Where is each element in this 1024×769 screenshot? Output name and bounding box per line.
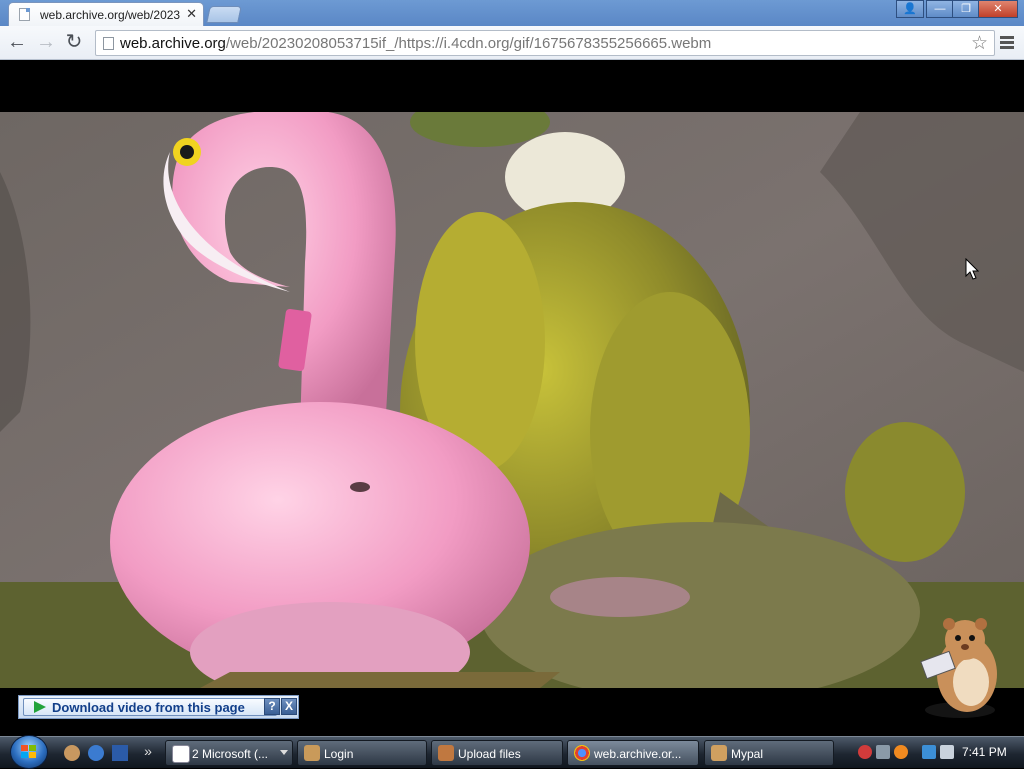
- user-icon: 👤: [903, 3, 917, 15]
- browser-toolbar: ← → ↻ web.archive.org/web/20230208053715…: [0, 26, 1024, 60]
- close-window-button[interactable]: ✕: [978, 0, 1018, 18]
- chrome-menu-icon[interactable]: [1000, 36, 1014, 50]
- network-icon[interactable]: [922, 745, 936, 759]
- search-icon[interactable]: [894, 745, 908, 759]
- download-video-label: Download video from this page: [52, 700, 245, 715]
- windows-logo-icon: [21, 745, 37, 759]
- taskbar-button-label: Login: [324, 747, 354, 761]
- hamster-mascot-icon: [920, 618, 997, 718]
- address-bar[interactable]: web.archive.org/web/20230208053715if_/ht…: [95, 30, 995, 56]
- help-icon: ?: [268, 699, 276, 713]
- close-icon: ✕: [993, 3, 1003, 15]
- help-button[interactable]: ?: [264, 698, 280, 715]
- reload-icon: ↻: [65, 31, 83, 53]
- taskbar-button-mypal[interactable]: Mypal: [704, 740, 834, 766]
- tray-app-icon[interactable]: [876, 745, 890, 759]
- back-button[interactable]: ←: [6, 32, 28, 54]
- dropdown-arrow-icon: [280, 750, 288, 755]
- hamster-quicklaunch-icon[interactable]: [64, 745, 80, 761]
- taskbar-button-label: web.archive.or...: [594, 747, 682, 761]
- minimize-button[interactable]: —: [926, 0, 954, 18]
- taskbar-button-label: Mypal: [731, 747, 764, 761]
- windows-taskbar: » 2 Microsoft (... Login Upload files we…: [0, 735, 1024, 769]
- show-desktop-icon[interactable]: [112, 745, 128, 761]
- video-player[interactable]: [0, 112, 1024, 688]
- taskbar-button-login[interactable]: Login: [297, 740, 427, 766]
- browser-tab[interactable]: web.archive.org/web/2023 ✕: [8, 2, 204, 26]
- taskbar-button-web-archive[interactable]: web.archive.or...: [567, 740, 699, 766]
- hamster-icon: [438, 745, 454, 761]
- download-video-button[interactable]: Download video from this page: [23, 698, 277, 716]
- maximize-icon: ❐: [961, 3, 971, 15]
- forward-arrow-icon: →: [36, 31, 56, 53]
- download-video-bar: Download video from this page ? X: [18, 695, 299, 719]
- taskbar-button-microsoft[interactable]: 2 Microsoft (...: [165, 740, 293, 766]
- url-host: web.archive.org: [120, 35, 226, 52]
- taskbar-button-label: 2 Microsoft (...: [192, 747, 269, 761]
- close-download-bar-button[interactable]: X: [281, 698, 297, 715]
- maximize-button[interactable]: ❐: [952, 0, 980, 18]
- bookmark-star-icon[interactable]: ☆: [971, 32, 988, 55]
- security-alert-icon[interactable]: [858, 745, 872, 759]
- hamster-icon: [304, 745, 320, 761]
- user-profile-button[interactable]: 👤: [896, 0, 924, 18]
- url-text[interactable]: web.archive.org/web/20230208053715if_/ht…: [120, 35, 711, 52]
- mouse-cursor-icon: [965, 258, 979, 280]
- browser-title-bar: web.archive.org/web/2023 ✕ 👤 — ❐ ✕: [0, 0, 1024, 26]
- reload-button[interactable]: ↻: [63, 32, 85, 54]
- tab-close-icon[interactable]: ✕: [186, 6, 197, 22]
- browser-quicklaunch-icon[interactable]: [88, 745, 104, 761]
- taskbar-button-upload-files[interactable]: Upload files: [431, 740, 563, 766]
- forward-button[interactable]: →: [35, 32, 57, 54]
- chrome-icon: [574, 745, 590, 761]
- minimize-icon: —: [934, 3, 946, 15]
- back-arrow-icon: ←: [7, 31, 27, 53]
- taskbar-button-label: Upload files: [458, 747, 521, 761]
- close-icon: X: [284, 699, 293, 713]
- quicklaunch-more-icon[interactable]: »: [140, 743, 156, 759]
- page-icon: [103, 37, 114, 50]
- system-clock[interactable]: 7:41 PM: [962, 745, 1007, 759]
- video-frame: [0, 112, 1024, 688]
- new-tab-button[interactable]: [206, 6, 242, 23]
- volume-icon[interactable]: [940, 745, 954, 759]
- window-icon: [172, 745, 190, 763]
- page-favicon-icon: [19, 8, 30, 21]
- play-icon: [34, 701, 46, 713]
- start-button[interactable]: [10, 735, 48, 769]
- url-path: /web/20230208053715if_/https://i.4cdn.or…: [225, 35, 712, 52]
- tab-title: web.archive.org/web/2023: [40, 8, 180, 22]
- hamster-icon: [711, 745, 727, 761]
